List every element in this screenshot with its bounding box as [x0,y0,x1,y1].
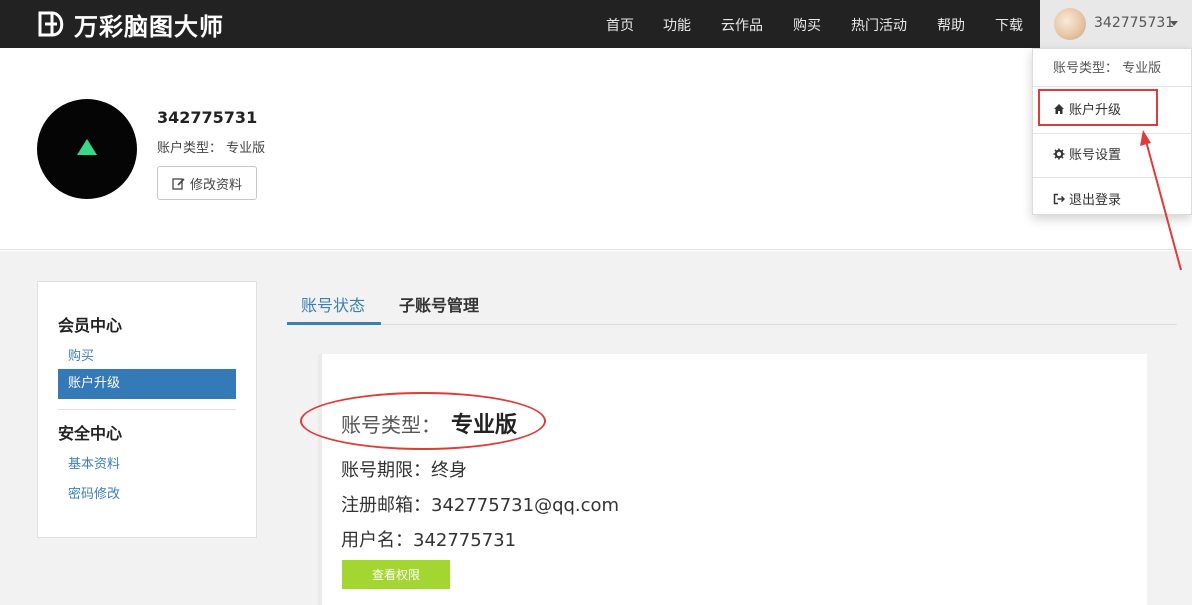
view-permissions-button[interactable]: 查看权限 [342,560,450,589]
account-username: 用户名：342775731 [341,530,517,551]
menu-item-settings[interactable]: 账号设置 [1053,144,1121,163]
nav-cloud-works[interactable]: 云作品 [721,15,763,35]
menu-item-logout-label: 退出登录 [1069,193,1122,208]
edit-profile-label: 修改资料 [189,177,242,193]
profile-account-type: 账户类型： 专业版 [157,141,266,156]
member-center-heading: 会员中心 [58,316,123,335]
active-tab-indicator [287,322,381,325]
sidebar-item-password[interactable]: 密码修改 [68,483,120,502]
security-center-heading: 安全中心 [58,424,123,443]
nav-home[interactable]: 首页 [606,15,634,35]
menu-item-logout[interactable]: 退出登录 [1053,189,1121,208]
tab-sub-accounts[interactable]: 子账号管理 [399,292,479,316]
tab-account-status[interactable]: 账号状态 [301,292,365,316]
sidebar-item-upgrade[interactable]: 账户升级 [58,369,236,399]
sidebar-item-buy[interactable]: 购买 [68,345,94,364]
dropdown-divider [1033,133,1191,134]
logo-text: 万彩脑图大师 [74,12,224,41]
edit-profile-button[interactable]: 修改资料 [157,166,257,200]
user-avatar [1054,8,1086,40]
edit-icon [172,177,185,190]
account-type-label: 账号类型： [341,413,441,437]
account-period: 账号期限：终身 [341,460,467,481]
menu-item-settings-label: 账号设置 [1069,148,1122,163]
profile-avatar [37,99,137,199]
account-type-value: 专业版 [451,413,518,438]
sidebar-divider [58,409,236,410]
sidebar-item-basic-info[interactable]: 基本资料 [68,453,120,472]
top-navbar: 万彩脑图大师 首页 功能 云作品 购买 热门活动 帮助 下载 342775731 [0,0,1192,48]
caret-down-icon [1170,21,1178,26]
nav-help[interactable]: 帮助 [937,15,965,35]
dropdown-divider [1033,177,1191,178]
account-type-line: 账号类型： 专业版 [341,407,517,439]
nav-events[interactable]: 热门活动 [851,15,907,35]
nav-download[interactable]: 下载 [995,15,1023,35]
tab-bar: 账号状态 子账号管理 [287,282,1177,325]
annotation-highlight-box [1038,89,1158,126]
profile-header: 342775731 账户类型： 专业版 修改资料 [0,48,1192,250]
dropdown-divider [1033,86,1191,87]
profile-name: 342775731 [157,108,258,127]
user-name: 342775731 [1094,15,1175,31]
account-email: 注册邮箱：342775731@qq.com [341,495,620,516]
user-menu-toggle[interactable]: 342775731 [1040,0,1192,48]
nav-features[interactable]: 功能 [663,15,691,35]
gear-icon [1053,148,1065,159]
dropdown-account-type: 账号类型： 专业版 [1053,61,1162,76]
logout-icon [1053,193,1065,204]
triangle-icon [77,139,97,155]
sidebar: 会员中心 购买 账户升级 安全中心 基本资料 密码修改 [37,281,257,538]
brand-logo[interactable]: 万彩脑图大师 [36,9,224,41]
user-dropdown-menu: 账号类型： 专业版 账户升级 账号设置 退出登录 [1032,48,1192,215]
nav-buy[interactable]: 购买 [793,15,821,35]
logo-icon [38,11,64,37]
